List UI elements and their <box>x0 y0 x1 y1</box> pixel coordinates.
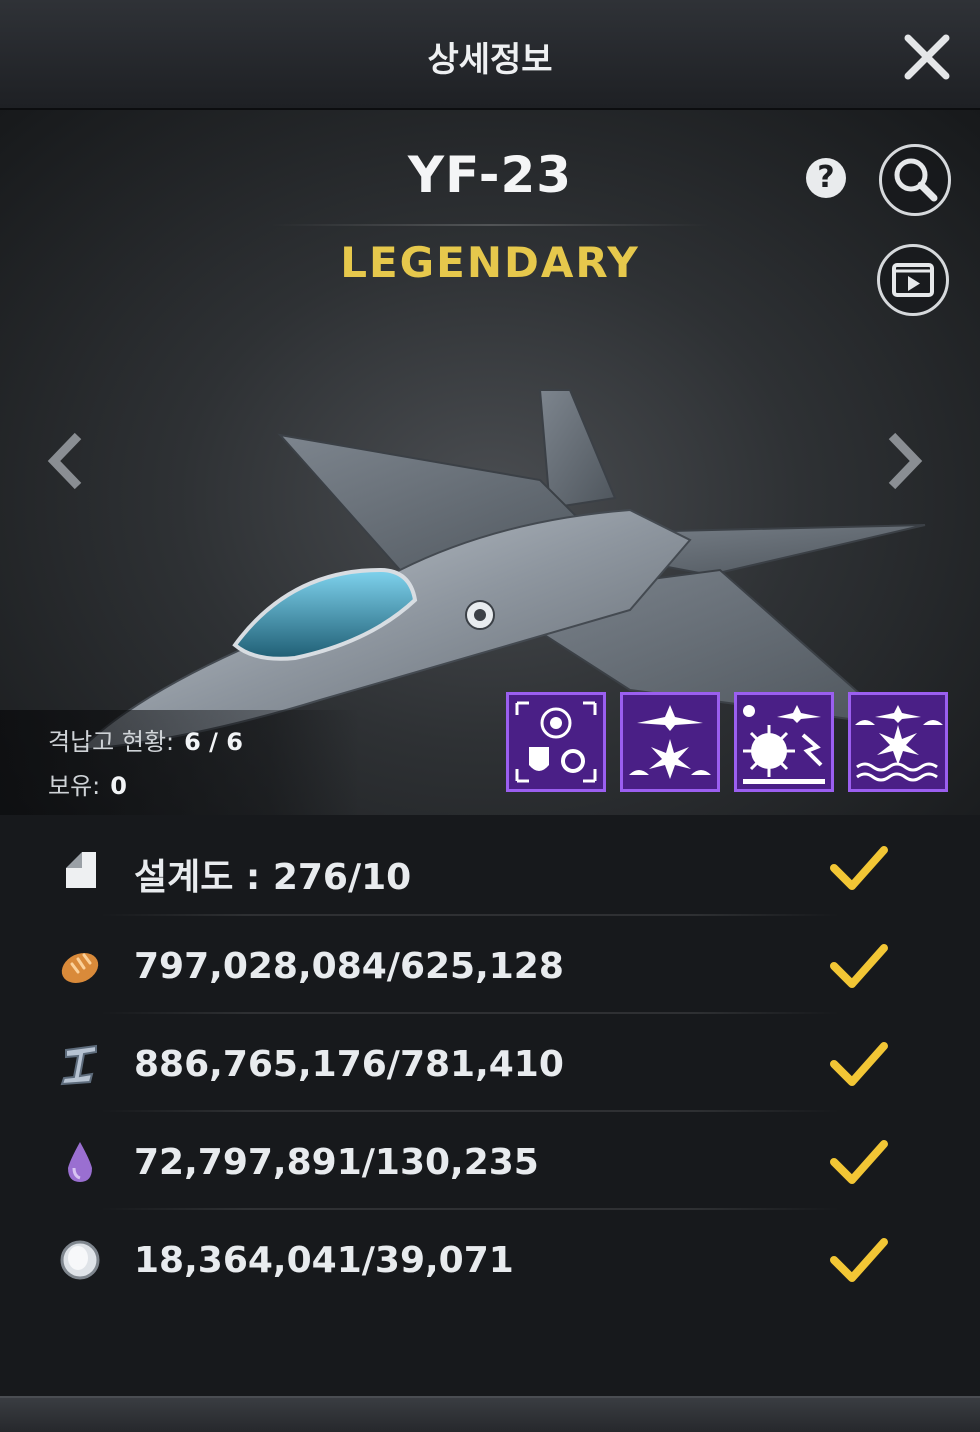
checkmark-icon <box>830 944 888 988</box>
hangar-status-value: 6 / 6 <box>184 728 243 756</box>
hangar-status: 격납고 현황: 6 / 6 <box>48 722 243 757</box>
radar-defense-icon <box>515 701 597 783</box>
requirement-row: 18,364,041/39,071 <box>0 1210 980 1308</box>
checkmark-icon <box>830 1238 888 1282</box>
requirement-row: 797,028,084/625,128 <box>0 916 980 1014</box>
owned-label: 보유: <box>48 772 101 800</box>
checkmark-icon <box>830 1042 888 1086</box>
next-unit-button[interactable] <box>880 426 930 496</box>
aircraft-image <box>77 389 926 752</box>
prev-unit-button[interactable] <box>40 426 90 496</box>
video-button[interactable] <box>877 244 949 316</box>
skill-air-strike[interactable] <box>620 692 720 792</box>
requirement-row: 886,765,176/781,410 <box>0 1014 980 1112</box>
blueprint-icon <box>66 852 96 888</box>
checkmark-icon <box>830 1140 888 1184</box>
requirement-text: 18,364,041/39,071 <box>134 1240 514 1281</box>
air-strike-icon <box>629 705 711 779</box>
divider <box>270 224 710 226</box>
sea-strike-icon <box>855 705 943 782</box>
bottom-bar <box>0 1396 980 1432</box>
checkmark-icon <box>830 846 888 890</box>
chevron-right-icon <box>888 432 923 490</box>
header-title: 상세정보 <box>427 40 553 80</box>
silver-coin-icon <box>60 1240 100 1280</box>
bombing-icon <box>743 705 825 784</box>
owned-value: 0 <box>110 772 127 800</box>
close-button[interactable] <box>900 30 954 84</box>
header-bar: 상세정보 <box>0 0 980 110</box>
video-play-icon <box>892 263 934 297</box>
requirement-text: 설계도 : 276/10 <box>134 857 412 898</box>
hangar-status-label: 격납고 현황: <box>48 728 175 756</box>
chevron-left-icon <box>47 432 82 490</box>
steel-icon <box>60 1044 97 1086</box>
help-button[interactable]: ? <box>806 158 846 198</box>
close-icon <box>904 34 950 80</box>
requirement-row: 72,797,891/130,235 <box>0 1112 980 1210</box>
requirement-text: 797,028,084/625,128 <box>134 946 564 987</box>
owned-count: 보유: 0 <box>48 766 127 801</box>
skill-radar-defense[interactable] <box>506 692 606 792</box>
requirement-text: 72,797,891/130,235 <box>134 1142 539 1183</box>
rarity-label: LEGENDARY <box>340 238 640 287</box>
magnifier-icon <box>894 158 938 202</box>
skill-sea-strike[interactable] <box>848 692 948 792</box>
unit-viewer: YF-23 LEGENDARY ? 격납고 현황: 6 / 6 보유: 0 <box>0 110 980 815</box>
bread-icon <box>61 952 99 984</box>
skill-bombing[interactable] <box>734 692 834 792</box>
oil-drop-icon <box>68 1142 92 1182</box>
requirement-row: 설계도 : 276/10 <box>0 818 980 916</box>
requirements-list: 설계도 : 276/10 797,028,084/625,128 886,765… <box>0 818 980 1396</box>
requirement-text: 886,765,176/781,410 <box>134 1044 564 1085</box>
zoom-button[interactable] <box>879 144 951 216</box>
